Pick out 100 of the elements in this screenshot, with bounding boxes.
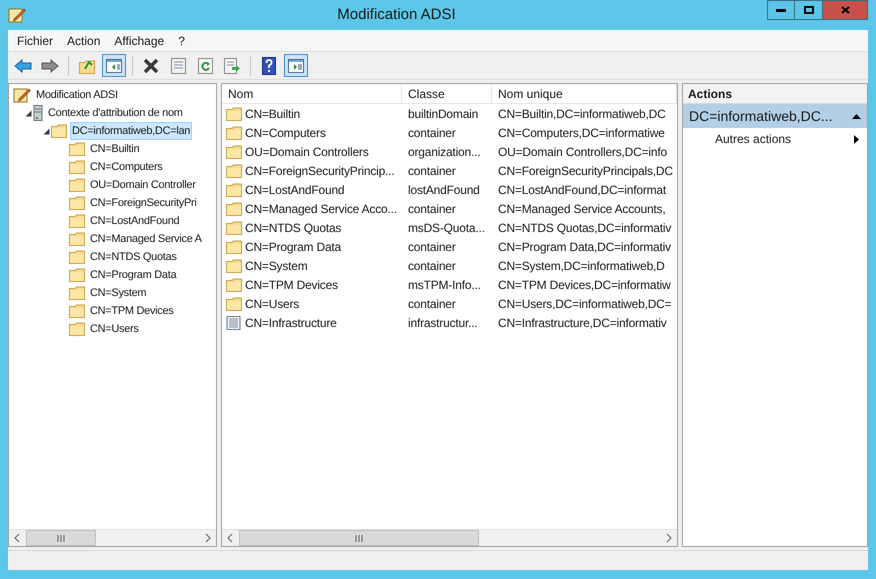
- maximize-icon: [804, 6, 814, 14]
- table-cell-text: CN=ForeignSecurityPrincip...: [245, 162, 394, 180]
- delete-x-icon: [143, 58, 159, 74]
- horizontal-scrollbar[interactable]: [9, 529, 216, 546]
- table-cell-text: CN=Program Data,DC=informativ: [497, 238, 671, 256]
- actions-header: Actions: [683, 84, 867, 104]
- notepad-pencil-icon: [13, 87, 31, 103]
- table-cell-text: organization...: [407, 144, 480, 160]
- horizontal-scrollbar[interactable]: [222, 529, 677, 546]
- folder-icon: [226, 240, 242, 254]
- folder-icon: [69, 250, 85, 264]
- tree-item[interactable]: CN=TPM Devices: [88, 302, 176, 320]
- table-cell-text: CN=NTDS Quotas,DC=informativ: [497, 220, 672, 236]
- table-cell-text: infrastructur...: [407, 314, 478, 332]
- folder-icon: [69, 322, 85, 336]
- folder-icon: [226, 278, 242, 292]
- toolbar-button[interactable]: [102, 54, 126, 77]
- folder-icon: [69, 160, 85, 174]
- table-cell-text: CN=System: [245, 258, 308, 274]
- table-cell-text: CN=LostAndFound: [245, 182, 344, 198]
- tree-item[interactable]: CN=LostAndFound: [88, 212, 182, 230]
- folder-icon: [69, 214, 85, 228]
- folder-icon: [226, 258, 242, 272]
- tree-item[interactable]: CN=Managed Service A: [88, 230, 204, 248]
- folder-icon: [69, 232, 85, 246]
- menu-item[interactable]: ?: [173, 32, 190, 50]
- table-cell-text: CN=Builtin: [245, 106, 300, 122]
- toolbar-button[interactable]: [284, 54, 308, 77]
- folder-icon: [69, 304, 85, 318]
- menu-item[interactable]: Fichier: [12, 32, 58, 50]
- action-link[interactable]: Autres actions: [715, 130, 792, 148]
- collapse-caret-icon: [852, 114, 861, 118]
- table-cell-text: lostAndFound: [407, 182, 480, 198]
- table-cell-text: container: [407, 124, 456, 142]
- table-cell-text: CN=Managed Service Acco...: [245, 200, 397, 218]
- table-cell-text: container: [407, 162, 456, 180]
- folder-icon: [69, 142, 85, 156]
- table-cell-text: OU=Domain Controllers: [245, 144, 369, 160]
- table-cell-text: CN=Infrastructure: [245, 314, 337, 332]
- table-cell-text: msTPM-Info...: [407, 276, 481, 294]
- minimize-button[interactable]: [767, 0, 795, 20]
- table-cell-text: container: [407, 238, 456, 256]
- folder-icon: [51, 124, 67, 138]
- submenu-arrow-icon: [854, 134, 859, 144]
- table-cell-text: container: [407, 258, 456, 274]
- forward-arrow-icon: [41, 58, 59, 72]
- table-cell-text: CN=Computers,DC=informatiwe: [497, 124, 665, 142]
- tree-item[interactable]: CN=ForeignSecurityPri: [88, 194, 198, 212]
- folder-icon: [226, 296, 242, 310]
- table-cell-text: container: [407, 296, 456, 312]
- server-icon: [33, 105, 43, 121]
- table-cell-text: CN=Users,DC=informatiweb,DC=: [497, 296, 672, 312]
- folder-icon: [69, 178, 85, 192]
- table-cell-text: builtinDomain: [407, 106, 478, 122]
- column-header[interactable]: Nom unique: [492, 84, 677, 103]
- menu-item[interactable]: Affichage: [109, 32, 170, 50]
- folder-icon: [226, 106, 242, 120]
- expanded-triangle-icon[interactable]: [24, 110, 32, 116]
- table-cell-text: container: [407, 200, 456, 218]
- folder-icon: [226, 144, 242, 158]
- table-cell-text: CN=Managed Service Accounts,: [497, 200, 666, 218]
- folder-icon: [69, 196, 85, 210]
- scroll-grip-icon: [354, 534, 364, 542]
- list-document-icon: [226, 316, 242, 330]
- app-icon: [8, 7, 26, 23]
- tree-item[interactable]: CN=Program Data: [88, 266, 178, 284]
- table-cell-text: CN=ForeignSecurityPrincipals,DC: [497, 162, 673, 180]
- tree-item[interactable]: CN=Builtin: [88, 140, 142, 158]
- actions-section-header[interactable]: DC=informatiweb,DC...: [683, 104, 867, 128]
- table-cell-text: CN=Builtin,DC=informatiweb,DC: [497, 106, 666, 122]
- tree-item[interactable]: Modification ADSI: [34, 86, 120, 104]
- expanded-triangle-icon[interactable]: [42, 128, 50, 134]
- table-cell-text: msDS-Quota...: [407, 220, 485, 236]
- table-cell-text: CN=Computers: [245, 124, 326, 142]
- tree-item[interactable]: CN=Computers: [88, 158, 165, 176]
- close-button[interactable]: [823, 0, 868, 20]
- tree-item[interactable]: CN=NTDS Quotas: [88, 248, 179, 266]
- tree-item[interactable]: CN=Users: [88, 320, 141, 338]
- table-cell-text: OU=Domain Controllers,DC=info: [497, 144, 667, 160]
- table-cell-text: CN=Program Data: [245, 238, 342, 256]
- menu-item[interactable]: Action: [62, 32, 106, 50]
- folder-icon: [226, 182, 242, 196]
- window-title: Modification ADSI: [336, 4, 457, 25]
- folder-icon: [226, 220, 242, 234]
- tree-item[interactable]: DC=informatiweb,DC=lan: [70, 122, 192, 140]
- table-cell-text: CN=TPM Devices,DC=informatiw: [497, 276, 670, 294]
- tree-item[interactable]: OU=Domain Controller: [88, 176, 198, 194]
- table-cell-text: CN=Users: [245, 296, 300, 312]
- tree-item[interactable]: Contexte d'attribution de nom: [46, 104, 185, 122]
- export-list-icon: [224, 58, 240, 74]
- column-header[interactable]: Classe: [402, 84, 492, 103]
- back-arrow-icon: [14, 58, 32, 72]
- table-cell-text: CN=LostAndFound,DC=informat: [497, 182, 666, 198]
- help-icon: [262, 56, 276, 74]
- folder-icon: [226, 164, 242, 178]
- column-header[interactable]: Nom: [222, 84, 402, 103]
- console-tree-icon: [106, 58, 122, 72]
- folder-icon: [226, 202, 242, 216]
- folder-up-icon: [79, 58, 95, 74]
- tree-item[interactable]: CN=System: [88, 284, 148, 302]
